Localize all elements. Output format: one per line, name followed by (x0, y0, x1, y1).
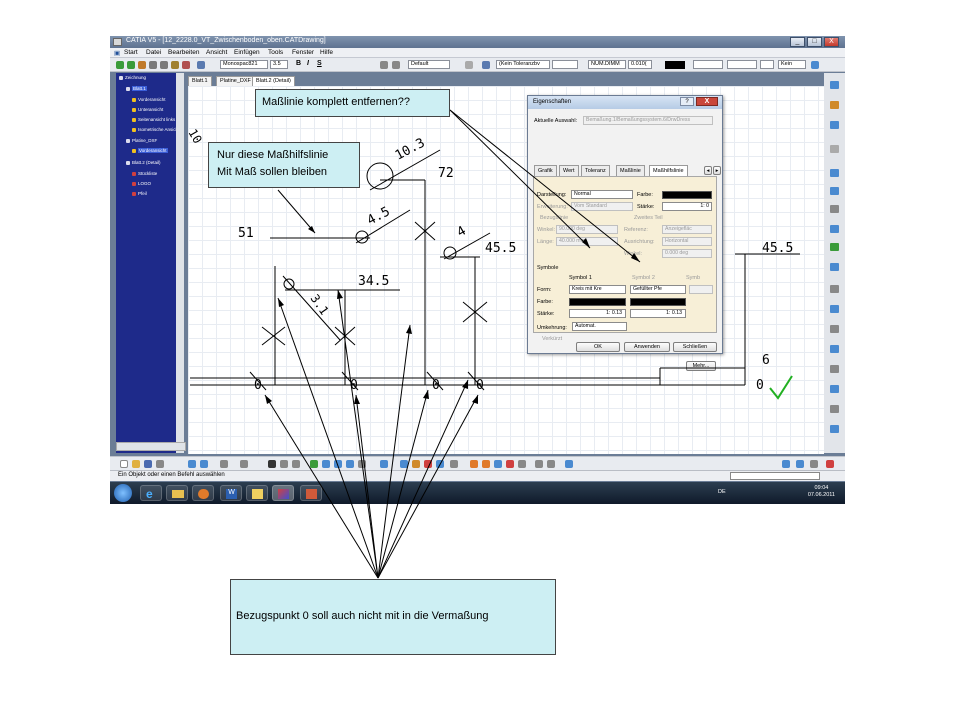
dim-text[interactable]: 72 (438, 166, 454, 181)
arrowhead (423, 390, 429, 399)
zero-label[interactable]: 0 (756, 378, 764, 393)
callout-masslinie: Maßlinie komplett entfernen?? (255, 89, 450, 117)
ok-button[interactable]: OK (576, 342, 620, 352)
hole-circle (366, 162, 394, 190)
arrowhead (308, 226, 315, 233)
zero-label[interactable]: 0 (254, 378, 262, 393)
dim-text[interactable]: 3.1 (308, 292, 332, 318)
checkmark-icon (769, 375, 793, 400)
dim-text[interactable]: 45.5 (485, 241, 516, 256)
dim-text[interactable]: 4.5 (365, 204, 393, 228)
dim-text[interactable]: 10.3 (393, 136, 428, 164)
arrow-line (337, 289, 379, 579)
dim-text[interactable]: 4 (455, 223, 469, 240)
arrow-line (449, 109, 591, 249)
callout-bezugspunkt-text: Bezugspunkt 0 soll auch nicht mit in die… (236, 610, 489, 622)
zero-label[interactable]: 0 (476, 378, 484, 393)
dim-text[interactable]: 6 (762, 353, 770, 368)
arrow-line (277, 297, 379, 579)
callout-masslinie-text: Maßlinie komplett entfernen?? (262, 96, 410, 108)
callout-masshilfs-line2: Mit Maß sollen bleiben (217, 166, 328, 178)
arrow-line (277, 189, 316, 234)
dim-text[interactable]: 45.5 (762, 241, 793, 256)
arrowhead (265, 395, 272, 404)
dim-text[interactable]: 10 (185, 127, 204, 147)
arrowhead (278, 298, 284, 307)
callout-masshilfs-line1: Nur diese Maßhilfslinie (217, 149, 329, 161)
dim-text[interactable]: 51 (238, 226, 254, 241)
callout-masshilfslinie: Nur diese Maßhilfslinie Mit Maß sollen b… (208, 142, 360, 188)
anwenden-button[interactable]: Anwenden (624, 342, 670, 352)
arrow-line (377, 324, 411, 579)
schliessen-button[interactable]: Schließen (673, 342, 717, 352)
dim-text[interactable]: 34.5 (358, 274, 389, 289)
hole-circle (283, 278, 295, 290)
arrowhead (406, 325, 412, 334)
arrow-line (264, 394, 379, 579)
zero-label[interactable]: 0 (432, 378, 440, 393)
arrowhead (472, 395, 478, 404)
arrowhead (354, 395, 360, 404)
screenshot-stage: CATIA V5 - [12_2228.0_VT_Zwischenboden_o… (0, 0, 960, 720)
callout-bezugspunkt: Bezugspunkt 0 soll auch nicht mit in die… (230, 579, 556, 655)
arrow-line (355, 394, 379, 579)
arrowhead (582, 238, 590, 248)
arrowhead (631, 253, 640, 262)
arrowhead (337, 290, 343, 299)
arrow-line (377, 394, 479, 579)
